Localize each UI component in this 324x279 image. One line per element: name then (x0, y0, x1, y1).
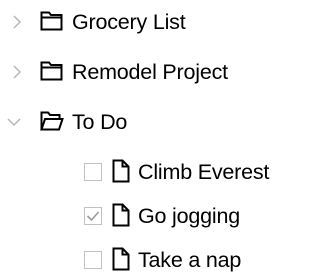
file-icon (112, 203, 130, 227)
folder-closed-icon (40, 10, 64, 32)
folder-open-icon (40, 110, 64, 132)
tree-item-label: Grocery List (72, 10, 186, 34)
tree-item-label: To Do (72, 110, 128, 134)
tree-item-label: Take a nap (138, 248, 242, 272)
task-checkbox-checked[interactable] (84, 207, 102, 225)
tree-item-label: Remodel Project (72, 60, 228, 84)
task-checkbox[interactable] (84, 251, 102, 269)
task-checkbox[interactable] (84, 163, 102, 181)
tree-item-grocery-list[interactable]: Grocery List (0, 4, 324, 40)
chevron-right-icon[interactable] (10, 4, 26, 40)
tree-item-go-jogging[interactable]: Go jogging (0, 198, 324, 234)
tree-item-remodel-project[interactable]: Remodel Project (0, 54, 324, 90)
tree-item-to-do[interactable]: To Do (0, 104, 324, 140)
file-icon (112, 159, 130, 183)
tree-item-take-a-nap[interactable]: Take a nap (0, 242, 324, 278)
tree-item-climb-everest[interactable]: Climb Everest (0, 154, 324, 190)
folder-closed-icon (40, 60, 64, 82)
chevron-down-icon[interactable] (6, 104, 22, 140)
chevron-right-icon[interactable] (10, 54, 26, 90)
tree-item-label: Go jogging (138, 204, 240, 228)
tree-item-label: Climb Everest (138, 160, 270, 184)
file-icon (112, 247, 130, 271)
